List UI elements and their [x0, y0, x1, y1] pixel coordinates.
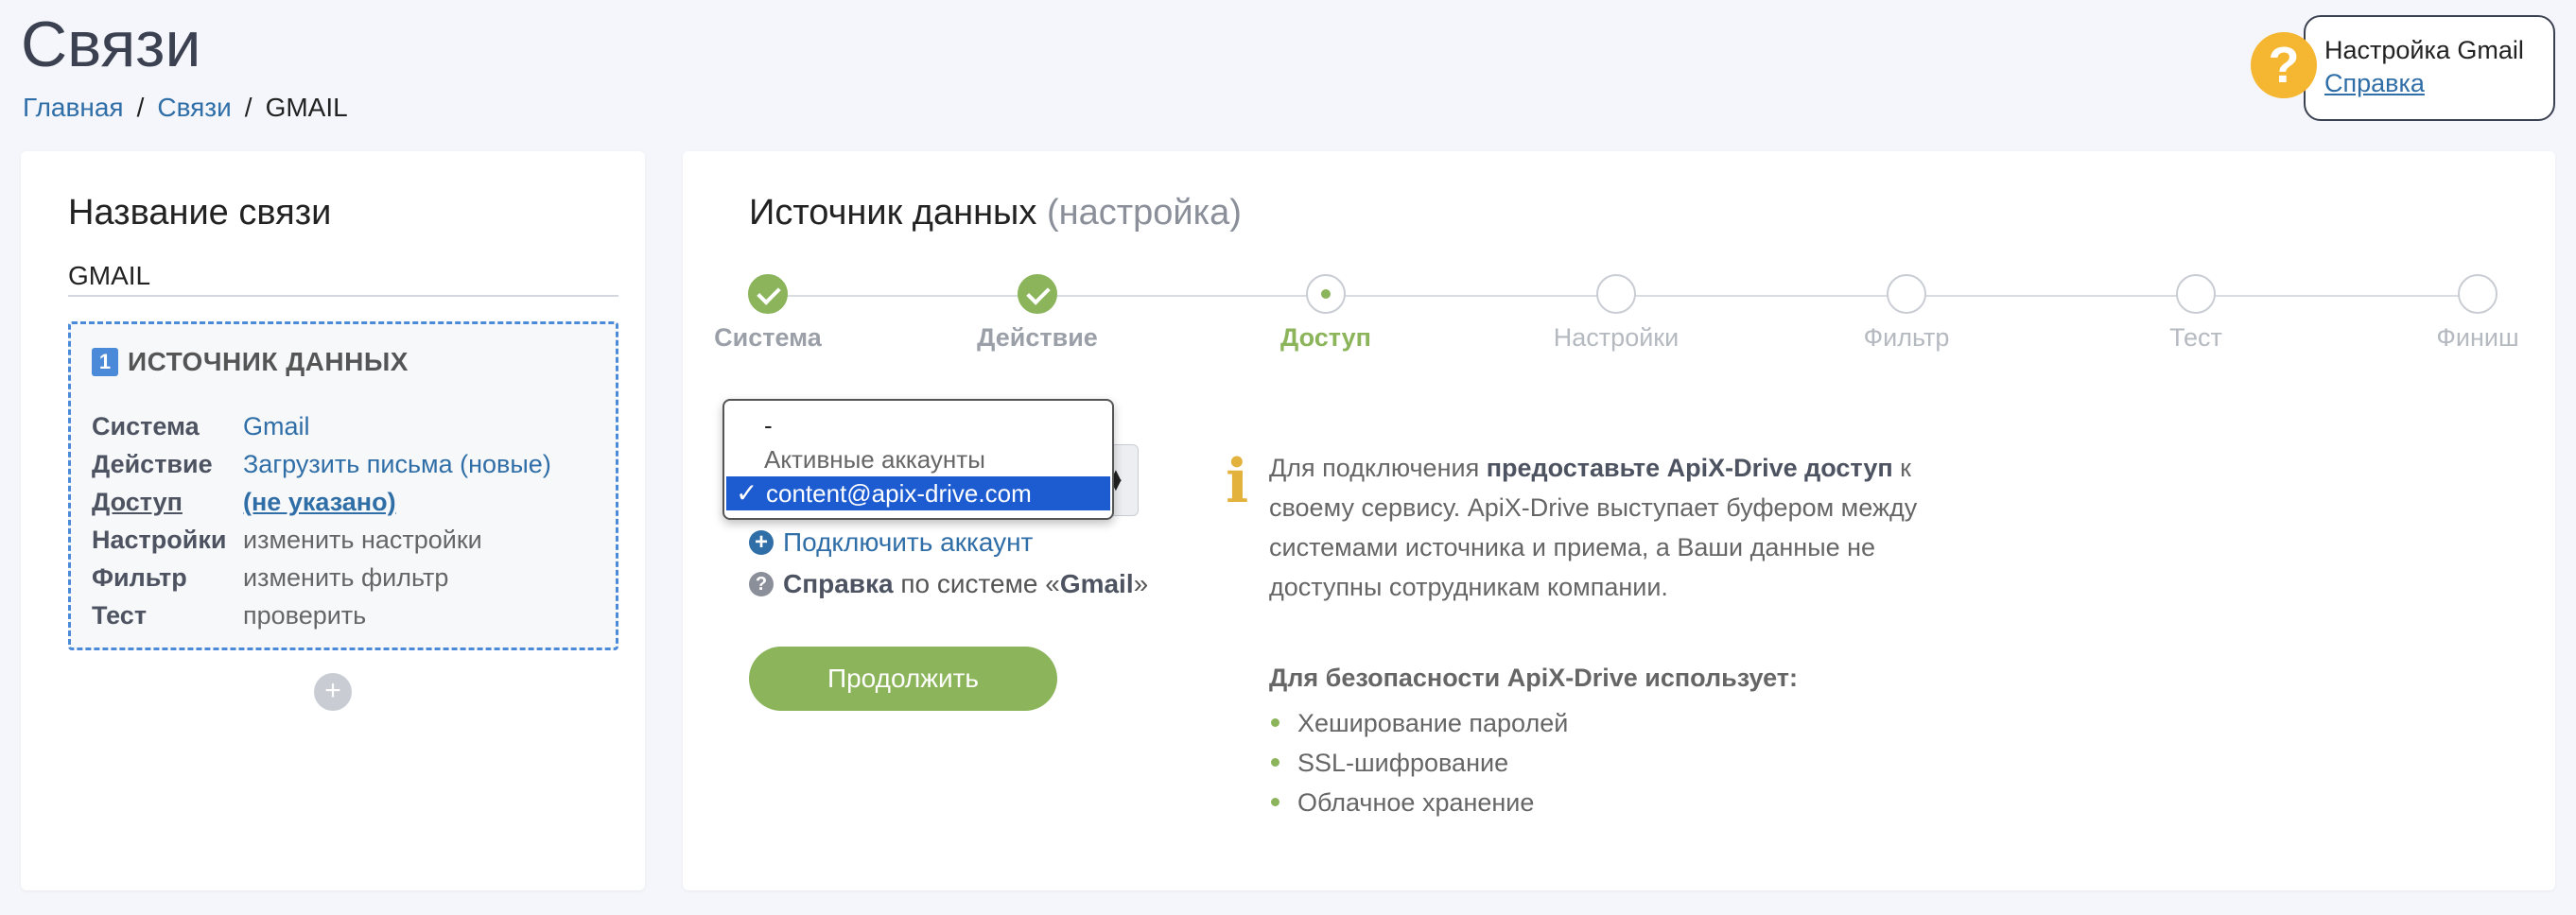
- step-access[interactable]: Доступ: [1231, 274, 1420, 353]
- breadcrumb-separator: /: [244, 93, 252, 122]
- system-help-system: Gmail: [1059, 569, 1134, 598]
- connection-card: Название связи 1 ИСТОЧНИК ДАННЫХ Система…: [21, 151, 645, 890]
- source-value-action[interactable]: Загрузить письма (новые): [243, 450, 602, 479]
- checkmark-icon: ✓: [736, 478, 758, 508]
- active-dot-icon: [1306, 274, 1346, 314]
- source-row-system: Система Gmail: [92, 407, 602, 445]
- source-row-settings: Настройки изменить настройки: [92, 521, 602, 559]
- source-value-system[interactable]: Gmail: [243, 412, 602, 441]
- system-help[interactable]: ? Справка по системе «Gmail»: [749, 569, 1148, 599]
- security-item: Облачное хранение: [1269, 783, 1568, 822]
- empty-circle-icon: [1596, 274, 1636, 314]
- step-label: Финиш: [2436, 323, 2519, 352]
- security-list: Хеширование паролей SSL-шифрование Облач…: [1269, 703, 1568, 822]
- breadcrumb-separator: /: [136, 93, 145, 122]
- source-block[interactable]: 1 ИСТОЧНИК ДАННЫХ Система Gmail Действие…: [68, 321, 618, 650]
- dropdown-group-label: Активные аккаунты: [764, 445, 985, 474]
- source-settings-title-main: Источник данных: [749, 193, 1037, 233]
- help-box: Настройка Gmail Справка: [2304, 15, 2555, 121]
- system-help-middle: по системе «: [893, 569, 1060, 598]
- info-text: Для подключения предоставьте ApiX-Drive …: [1269, 448, 1931, 607]
- connect-account-label: Подключить аккаунт: [783, 527, 1034, 557]
- source-row-filter: Фильтр изменить фильтр: [92, 559, 602, 596]
- add-block-button[interactable]: +: [314, 673, 352, 711]
- help-title: Настройка Gmail: [2324, 36, 2524, 64]
- source-header: 1 ИСТОЧНИК ДАННЫХ: [92, 347, 409, 377]
- system-help-prefix: Справка: [783, 569, 894, 598]
- step-filter: Фильтр: [1812, 274, 2001, 353]
- source-settings-title-suffix: (настройка): [1046, 193, 1242, 233]
- system-help-suffix: »: [1133, 569, 1149, 598]
- source-row-action: Действие Загрузить письма (новые): [92, 445, 602, 483]
- source-settings-card: Источник данных (настройка) Система Дейс…: [683, 151, 2555, 890]
- empty-circle-icon: [2176, 274, 2216, 314]
- source-key: Тест: [92, 600, 148, 630]
- check-icon: [1018, 274, 1057, 314]
- page-title: Связи: [21, 9, 201, 80]
- dropdown-option-label: content@apix-drive.com: [766, 479, 1032, 508]
- source-settings-title: Источник данных (настройка): [749, 193, 1242, 233]
- source-value-access[interactable]: (не указано): [243, 488, 602, 517]
- step-test: Тест: [2101, 274, 2290, 353]
- connection-name-input[interactable]: [68, 257, 618, 297]
- breadcrumb-connections[interactable]: Связи: [157, 93, 231, 123]
- source-row-access: Доступ (не указано): [92, 483, 602, 521]
- step-label: Фильтр: [1863, 323, 1950, 352]
- security-title: Для безопасности ApiX-Drive использует:: [1269, 664, 1799, 692]
- step-label: Действие: [977, 323, 1098, 352]
- step-label: Доступ: [1280, 323, 1371, 352]
- progress-steps: Система Действие Доступ Настройки Фильтр…: [714, 274, 2519, 369]
- source-key: Действие: [92, 449, 213, 478]
- source-title: ИСТОЧНИК ДАННЫХ: [128, 347, 409, 376]
- dropdown-option-empty[interactable]: -: [724, 408, 1112, 442]
- security-item: SSL-шифрование: [1269, 743, 1568, 783]
- breadcrumb-home[interactable]: Главная: [23, 93, 124, 123]
- source-value-filter[interactable]: изменить фильтр: [243, 563, 602, 593]
- step-action[interactable]: Действие: [943, 274, 1132, 353]
- question-circle-icon: ?: [749, 572, 774, 596]
- source-value-settings[interactable]: изменить настройки: [243, 526, 602, 555]
- info-bold: предоставьте ApiX-Drive доступ: [1486, 454, 1893, 482]
- breadcrumb: Главная / Связи / GMAIL: [23, 93, 348, 123]
- system-help-text: Справка по системе «Gmail»: [783, 569, 1148, 599]
- account-dropdown[interactable]: - Активные аккаунты ✓ content@apix-drive.…: [722, 399, 1114, 520]
- step-finish: Финиш: [2383, 274, 2572, 353]
- security-item: Хеширование паролей: [1269, 703, 1568, 743]
- step-label: Тест: [2169, 323, 2222, 352]
- step-system[interactable]: Система: [673, 274, 862, 353]
- source-key: Система: [92, 411, 200, 440]
- source-value-test[interactable]: проверить: [243, 601, 602, 630]
- connect-account-link[interactable]: + Подключить аккаунт: [749, 527, 1033, 558]
- check-icon: [748, 274, 788, 314]
- plus-circle-icon: +: [749, 530, 774, 555]
- source-rows: Система Gmail Действие Загрузить письма …: [92, 407, 602, 634]
- source-number-badge: 1: [92, 348, 118, 376]
- breadcrumb-current: GMAIL: [265, 93, 348, 122]
- step-label: Настройки: [1553, 323, 1680, 352]
- step-label: Система: [714, 323, 822, 352]
- help-link[interactable]: Справка: [2324, 69, 2553, 98]
- info-part: Для подключения: [1269, 454, 1487, 482]
- source-key: Настройки: [92, 525, 227, 554]
- source-row-test: Тест проверить: [92, 596, 602, 634]
- source-key: Доступ: [92, 487, 183, 516]
- continue-button[interactable]: Продолжить: [749, 647, 1057, 711]
- step-settings: Настройки: [1522, 274, 1711, 353]
- source-key: Фильтр: [92, 562, 187, 592]
- empty-circle-icon: [2458, 274, 2498, 314]
- empty-circle-icon: [1887, 274, 1926, 314]
- info-icon: i: [1226, 446, 1249, 517]
- question-icon[interactable]: ?: [2251, 32, 2317, 98]
- help-widget: ? Настройка Gmail Справка: [2251, 15, 2555, 121]
- connection-name-title: Название связи: [68, 193, 332, 233]
- dropdown-option-selected[interactable]: ✓ content@apix-drive.com: [726, 476, 1110, 510]
